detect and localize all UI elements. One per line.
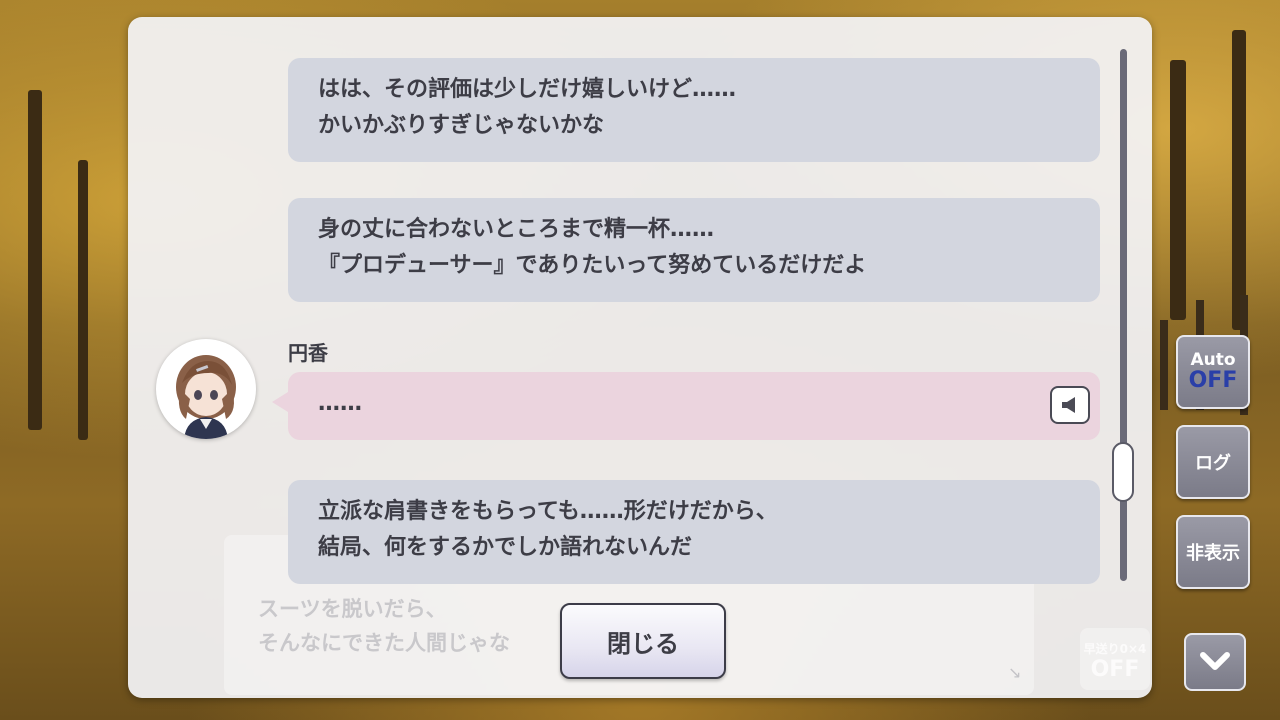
avatar-illustration-icon <box>176 355 236 439</box>
character-avatar <box>156 339 256 439</box>
fast-forward-button[interactable]: 早送り0×4 OFF <box>1080 628 1150 690</box>
tree-trunk <box>28 90 42 430</box>
fence-post <box>1160 320 1168 410</box>
log-line: 結局、何をするかでしか語れないんだ <box>318 535 693 560</box>
log-entry: 身の丈に合わないところまで精一杯…… 『プロデューサー』でありたいって努めている… <box>288 198 1100 302</box>
tree-trunk <box>78 160 88 440</box>
log-entry: はは、その評価は少しだけ嬉しいけど…… かいかぶりすぎじゃないかな <box>288 58 1100 162</box>
underlying-text-line-1: スーツを脱いだら、 <box>258 597 447 621</box>
log-button[interactable]: ログ <box>1176 425 1250 499</box>
tree-trunk <box>1170 60 1186 320</box>
hide-button-label: 非表示 <box>1186 543 1240 564</box>
log-scrollbar-thumb[interactable] <box>1112 442 1134 502</box>
tree-trunk <box>1232 30 1246 330</box>
auto-label: Auto <box>1190 350 1236 370</box>
speaker-name: 円香 <box>288 341 328 365</box>
log-line: はは、その評価は少しだけ嬉しいけど…… <box>318 77 737 102</box>
skip-label: 早送り0×4 <box>1083 642 1147 656</box>
bubble-tail <box>272 392 288 412</box>
close-button[interactable]: 閉じる <box>560 603 726 679</box>
log-entry-voiced: …… <box>272 372 1100 440</box>
log-entry: 立派な肩書きをもらっても……形だけだから、 結局、何をするかでしか語れないんだ <box>288 480 1100 584</box>
log-button-label: ログ <box>1195 453 1231 474</box>
log-line: 『プロデューサー』でありたいって努めているだけだよ <box>318 253 867 278</box>
log-line: …… <box>318 391 362 416</box>
hide-ui-button[interactable]: 非表示 <box>1176 515 1250 589</box>
log-line: 身の丈に合わないところまで精一杯…… <box>318 217 715 242</box>
auto-state: OFF <box>1188 368 1238 393</box>
menu-toggle-button[interactable] <box>1184 633 1246 691</box>
log-line: 立派な肩書きをもらっても……形だけだから、 <box>318 499 778 524</box>
log-line: かいかぶりすぎじゃないかな <box>318 113 605 138</box>
underlying-text-line-2: そんなにできた人間じゃな <box>258 631 510 655</box>
next-arrow-icon: ↘ <box>1008 663 1022 682</box>
chevron-down-icon <box>1200 652 1230 670</box>
message-log-panel: スーツを脱いだら、 そんなにできた人間じゃな ↘ はは、その評価は少しだけ嬉しい… <box>128 17 1152 698</box>
auto-toggle-button[interactable]: Auto OFF <box>1176 335 1250 409</box>
skip-state: OFF <box>1090 657 1140 682</box>
voice-replay-button[interactable] <box>1050 386 1090 424</box>
speaker-icon <box>1062 397 1075 413</box>
